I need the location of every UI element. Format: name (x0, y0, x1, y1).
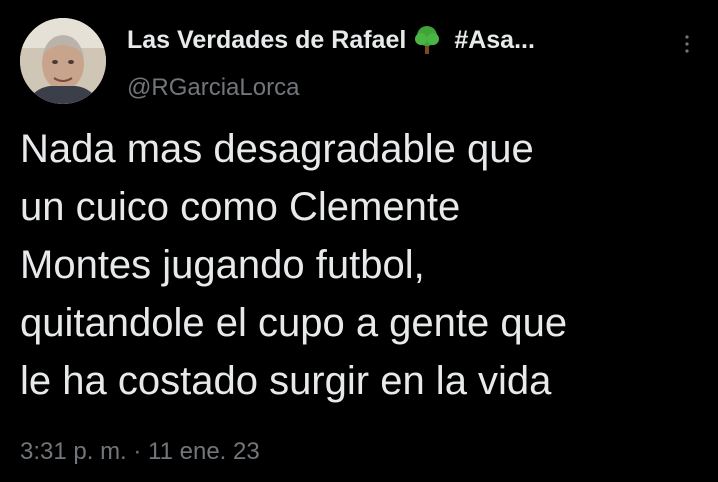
tweet-text-line: le ha costado surgir en la vida (20, 359, 552, 403)
author-handle[interactable]: @RGarciaLorca (127, 74, 299, 102)
avatar[interactable] (20, 18, 106, 104)
author-display-name-suffix[interactable]: #Asa... (454, 26, 535, 55)
tweet-timestamp[interactable]: 3:31 p. m. · 11 ene. 23 (20, 438, 260, 466)
tweet-text: Nada mas desagradable que un cuico como … (20, 120, 700, 410)
tweet-text-line: un cuico como Clemente (20, 185, 461, 229)
tweet-text-line: Nada mas desagradable que (20, 127, 534, 171)
avatar-photo (20, 18, 106, 104)
author-display-name[interactable]: Las Verdades de Rafael (127, 26, 406, 55)
tweet-card: Las Verdades de Rafael #Asa... @RGarciaL… (0, 0, 718, 482)
tweet-text-line: Montes jugando futbol, (20, 243, 425, 287)
tweet-text-line: quitandole el cupo a gente que (20, 301, 568, 345)
more-options-icon[interactable] (680, 32, 694, 56)
author-display-name-row[interactable]: Las Verdades de Rafael #Asa... (127, 25, 535, 55)
deciduous-tree-icon (412, 25, 442, 55)
